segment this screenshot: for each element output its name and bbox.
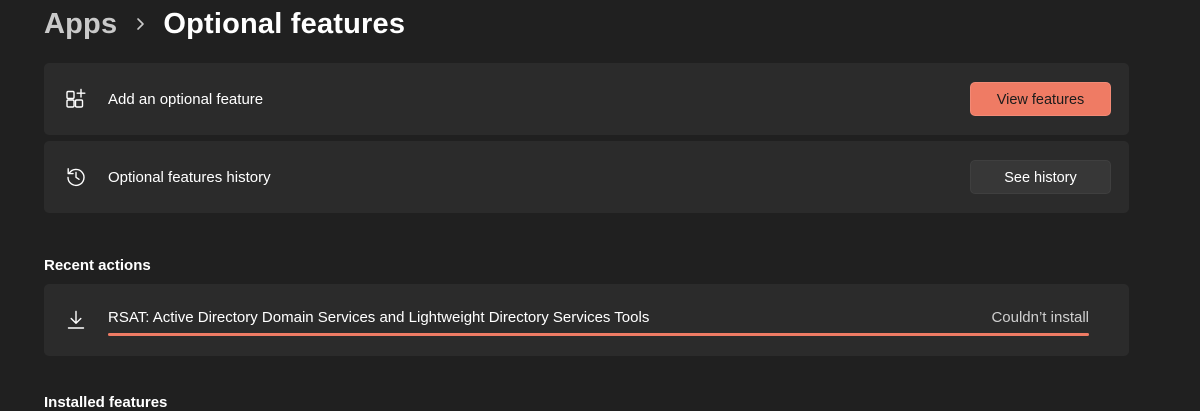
optional-features-history-card: Optional features history See history — [44, 141, 1129, 213]
optional-features-history-label: Optional features history — [108, 169, 271, 186]
view-features-button[interactable]: View features — [970, 82, 1111, 116]
recent-action-name: RSAT: Active Directory Domain Services a… — [108, 309, 650, 326]
breadcrumb: Apps Optional features — [44, 2, 405, 46]
add-optional-feature-label: Add an optional feature — [108, 91, 264, 108]
recent-action-status: Couldn’t install — [991, 309, 1089, 326]
page-title: Optional features — [163, 7, 406, 40]
chevron-right-icon — [117, 17, 163, 31]
see-history-button[interactable]: See history — [970, 160, 1111, 194]
add-apps-icon — [64, 87, 88, 111]
add-optional-feature-card: Add an optional feature View features — [44, 63, 1129, 135]
recent-action-item: RSAT: Active Directory Domain Services a… — [44, 284, 1129, 356]
download-icon — [64, 308, 88, 332]
recent-actions-heading: Recent actions — [44, 257, 151, 274]
history-icon — [64, 165, 88, 189]
breadcrumb-apps-link[interactable]: Apps — [44, 8, 117, 41]
recent-action-progress-fill — [108, 333, 1089, 336]
recent-action-progress-bar — [108, 333, 1089, 336]
installed-features-heading: Installed features — [44, 394, 168, 411]
